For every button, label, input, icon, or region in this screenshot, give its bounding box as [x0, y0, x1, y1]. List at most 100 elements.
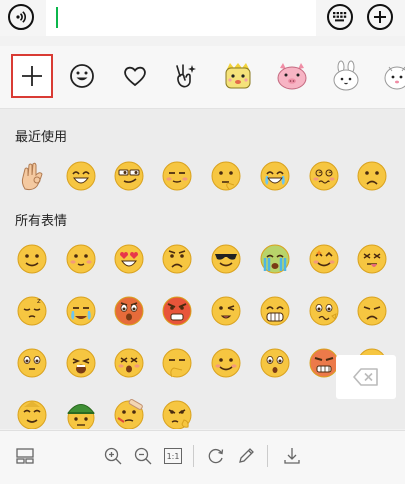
edit-button[interactable]: [235, 445, 257, 467]
emoji-doubt[interactable]: [307, 294, 341, 328]
tab-sticker-pack-1[interactable]: [217, 54, 259, 98]
actual-size-button[interactable]: 1:1: [162, 445, 184, 467]
angry-red-icon: [114, 296, 144, 326]
emoji-ok-hand[interactable]: [15, 159, 49, 193]
actual-size-icon: 1:1: [164, 448, 182, 464]
emoji-category-tabs: [0, 46, 405, 109]
emoji-tears[interactable]: [64, 294, 98, 328]
emoji-green-hat[interactable]: [64, 398, 98, 429]
tears-icon: [66, 296, 96, 326]
emoji-thinking[interactable]: [209, 159, 243, 193]
emoji-sleepy[interactable]: z: [15, 294, 49, 328]
emoji-pondering[interactable]: [160, 346, 194, 380]
emoji-sly[interactable]: [160, 159, 194, 193]
heart-icon: [124, 66, 146, 87]
voice-input-button[interactable]: [8, 4, 34, 30]
band-aid-icon: [114, 399, 144, 429]
emoji-smile[interactable]: [15, 242, 49, 276]
layout-button[interactable]: [14, 445, 36, 467]
emoji-smirk-sunglasses[interactable]: [112, 159, 146, 193]
emoji-heart-eyes[interactable]: [112, 242, 146, 276]
zoom-out-icon: [134, 447, 152, 465]
chat-input-bar: [0, 0, 405, 36]
emoji-band-aid[interactable]: [112, 398, 146, 429]
laugh-cry-icon: [260, 161, 290, 191]
emoji-angry-red[interactable]: [112, 294, 146, 328]
actual-size-label: 1:1: [166, 451, 180, 461]
tab-sticker-pack-4[interactable]: [374, 54, 405, 98]
more-options-button[interactable]: [367, 4, 393, 30]
emoji-shy[interactable]: [64, 242, 98, 276]
emoji-dizzy[interactable]: [307, 159, 341, 193]
emoji-wink-stars[interactable]: [307, 242, 341, 276]
emoji-tongue-out[interactable]: [355, 242, 389, 276]
gold-smile-icon: [17, 400, 47, 429]
svg-text:z: z: [37, 297, 41, 305]
layout-icon: [16, 448, 34, 464]
emoji-furious[interactable]: [160, 294, 194, 328]
yellow-creature-sticker-icon: [225, 63, 251, 89]
tab-sticker-pack-3[interactable]: [325, 54, 367, 98]
download-icon: [284, 448, 300, 464]
emoji-dizzy-face[interactable]: [112, 346, 146, 380]
tab-emoji[interactable]: [61, 54, 103, 98]
backspace-icon: [353, 368, 378, 386]
emoji-sad[interactable]: [355, 159, 389, 193]
pink-pig-sticker-icon: [277, 63, 307, 90]
doubt-icon: [309, 296, 339, 326]
tab-add-sticker[interactable]: [11, 54, 53, 98]
white-bunny-sticker-icon: [333, 60, 359, 91]
crying-green-icon: [260, 244, 290, 274]
victory-hand-icon: [176, 64, 196, 88]
zoom-out-button[interactable]: [132, 445, 154, 467]
emoji-frown[interactable]: [355, 294, 389, 328]
plus-icon: [22, 66, 42, 86]
emoji-big-eyes[interactable]: [15, 346, 49, 380]
delete-button[interactable]: [336, 355, 396, 399]
smiley-icon: [70, 64, 94, 88]
shy-icon: [66, 244, 96, 274]
emoji-angry-frown[interactable]: [160, 242, 194, 276]
sleepy-icon: z: [17, 296, 47, 326]
section-title-recent: 最近使用: [15, 130, 68, 145]
emoji-grin[interactable]: [64, 159, 98, 193]
emoji-plead[interactable]: [160, 398, 194, 429]
plus-circle-icon: [374, 11, 386, 23]
tab-sticker-pack-2[interactable]: [271, 54, 313, 98]
wink-stars-icon: [309, 244, 339, 274]
rotate-button[interactable]: [205, 445, 227, 467]
emoji-smile-simple[interactable]: [209, 346, 243, 380]
emoji-cool-sunglasses[interactable]: [209, 242, 243, 276]
image-viewer-toolbar: 1:1: [0, 430, 405, 484]
emoji-surprised[interactable]: [258, 346, 292, 380]
plead-icon: [162, 400, 192, 429]
text-caret: [56, 7, 58, 28]
tab-favorites[interactable]: [114, 54, 156, 98]
zoom-in-button[interactable]: [102, 445, 124, 467]
toolbar-divider: [267, 445, 268, 467]
download-button[interactable]: [281, 445, 303, 467]
toolbar-divider: [193, 445, 194, 467]
emoji-scream[interactable]: [64, 346, 98, 380]
emoji-big-grin[interactable]: [258, 294, 292, 328]
wink-icon: [211, 296, 241, 326]
emoji-crying-green[interactable]: [258, 242, 292, 276]
keyboard-button[interactable]: [327, 4, 353, 30]
scream-icon: [66, 348, 96, 378]
tab-gestures[interactable]: [164, 54, 206, 98]
edit-icon: [239, 448, 254, 463]
keyboard-icon: [333, 12, 347, 22]
emoji-wink[interactable]: [209, 294, 243, 328]
smirk-sunglasses-icon: [114, 161, 144, 191]
emoji-gold-smile[interactable]: [15, 398, 49, 429]
frown-icon: [357, 296, 387, 326]
message-input[interactable]: [46, 0, 316, 36]
white-creature-sticker-icon: [384, 66, 405, 90]
emoji-laugh-cry[interactable]: [258, 159, 292, 193]
voice-input-icon: [16, 11, 27, 23]
section-title-all: 所有表情: [15, 214, 68, 229]
dizzy-face-icon: [114, 348, 144, 378]
smile-icon: [17, 244, 47, 274]
furious-icon: [162, 296, 192, 326]
cool-sunglasses-icon: [211, 244, 241, 274]
